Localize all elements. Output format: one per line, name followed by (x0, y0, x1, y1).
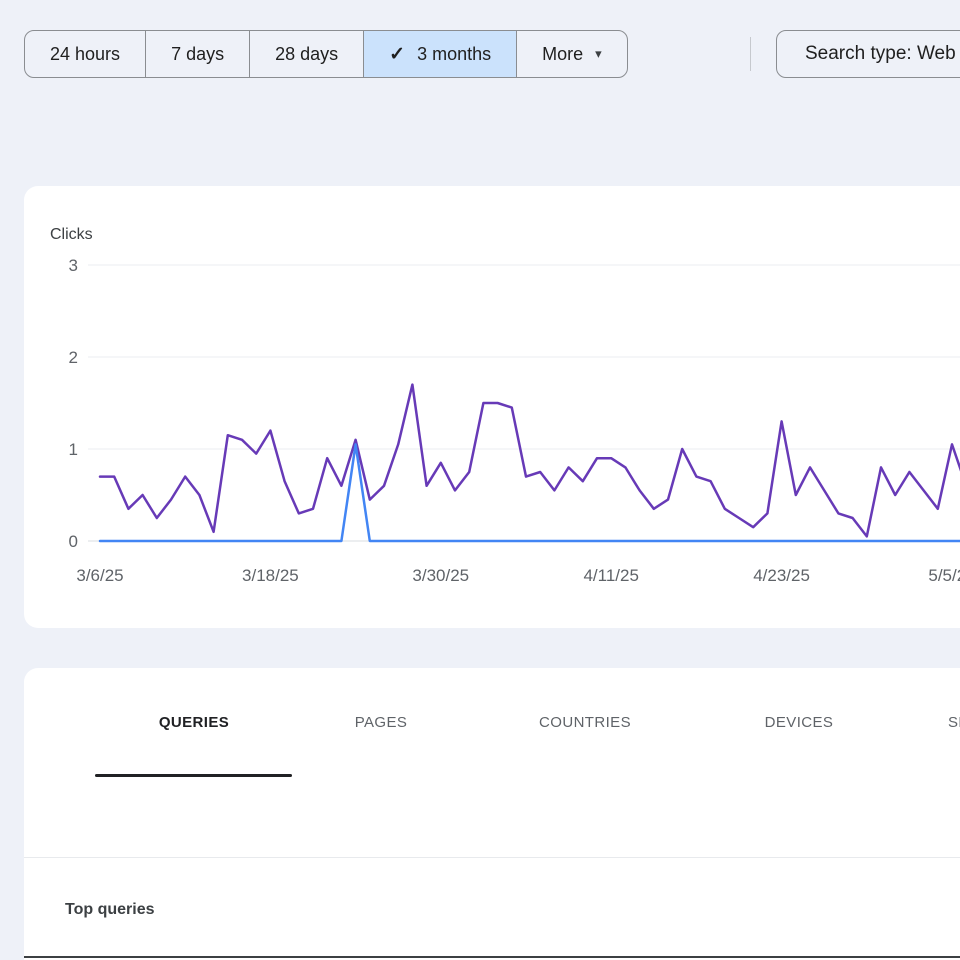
svg-text:4/11/25: 4/11/25 (583, 566, 638, 585)
svg-text:5/5/25: 5/5/25 (928, 566, 960, 585)
svg-text:0: 0 (69, 532, 78, 551)
performance-chart-card: Clicks 01233/6/253/18/253/30/254/11/254/… (24, 186, 960, 628)
svg-text:3: 3 (69, 256, 78, 275)
filter-24-hours[interactable]: 24 hours (25, 31, 145, 77)
toolbar-divider (750, 37, 751, 71)
tab-pages[interactable]: PAGES (355, 714, 408, 731)
top-queries-title: Top queries (65, 901, 155, 919)
tab-search-appearance[interactable]: SEARCH APPEARANCE (948, 714, 960, 731)
filter-3-months-label: 3 months (417, 44, 491, 65)
filter-more[interactable]: More ▾ (516, 31, 627, 77)
search-type-chip[interactable]: Search type: Web (776, 30, 960, 78)
clicks-line-chart[interactable]: 0 1 2 3 3/6/25 3/18/25 3/30/25 4/11/25 4/23/25 5/… (24, 186, 960, 628)
tab-queries[interactable]: QUERIES (159, 714, 229, 731)
svg-text:3/30/25: 3/30/25 (412, 566, 469, 585)
filter-7-days[interactable]: 7 days (145, 31, 249, 77)
svg-text:4/23/25: 4/23/25 (753, 566, 810, 585)
checkmark-icon: ✓ (389, 43, 405, 66)
chevron-down-icon: ▾ (595, 46, 602, 62)
filter-28-days[interactable]: 28 days (249, 31, 363, 77)
svg-text:1: 1 (69, 440, 78, 459)
filter-more-label: More (542, 44, 583, 65)
date-range-filter-group: 24 hours 7 days 28 days ✓ 3 months More … (24, 30, 628, 78)
active-tab-indicator (95, 774, 292, 777)
tab-countries[interactable]: COUNTRIES (539, 714, 631, 731)
svg-text:3/6/25: 3/6/25 (76, 566, 123, 585)
table-header-border (24, 956, 960, 958)
dimensions-card: QUERIES PAGES COUNTRIES DEVICES SEARCH A… (24, 668, 960, 960)
tab-devices[interactable]: DEVICES (765, 714, 834, 731)
card-divider (24, 857, 960, 858)
svg-text:3/18/25: 3/18/25 (242, 566, 299, 585)
svg-text:2: 2 (69, 348, 78, 367)
filter-3-months[interactable]: ✓ 3 months (363, 31, 516, 77)
